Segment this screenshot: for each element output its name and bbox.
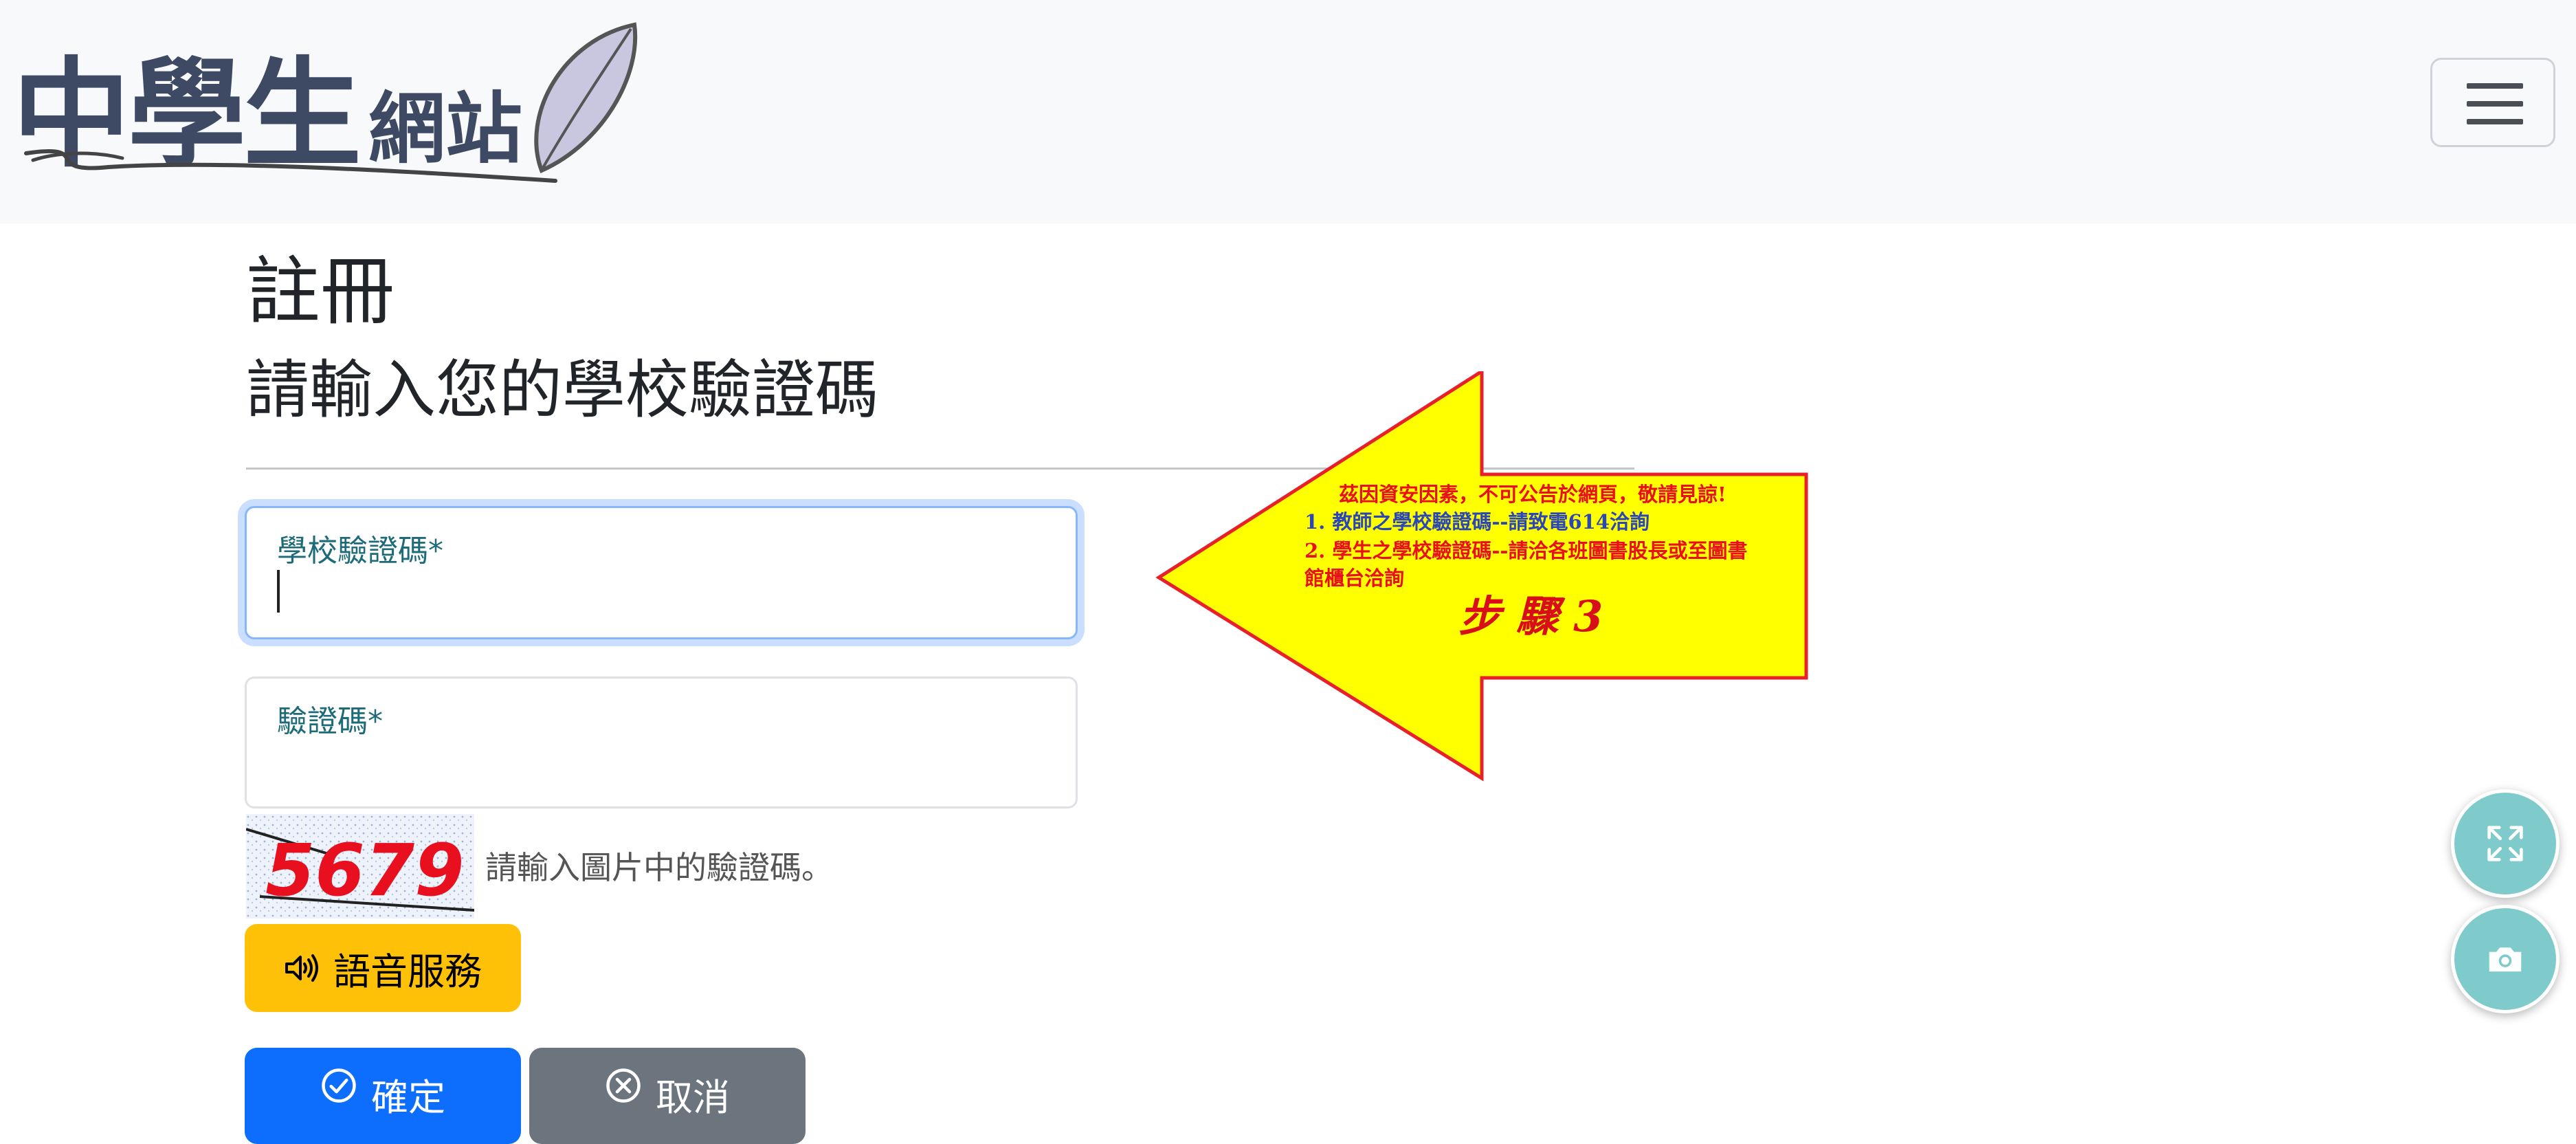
x-circle-icon <box>606 1068 641 1103</box>
captcha-text: 5679 <box>265 828 464 912</box>
annotation-line-1: 茲因資安因素，不可公告於網頁，敬請見諒! <box>1339 483 1726 506</box>
annotation-line-2: 1. 教師之學校驗證碼--請致電614洽詢 <box>1304 510 1650 534</box>
audio-service-button[interactable]: 語音服務 <box>245 924 521 1012</box>
hamburger-icon-bar <box>2467 101 2523 107</box>
camera-icon <box>2489 947 2522 972</box>
page-title: 註冊 <box>246 249 395 335</box>
cancel-button[interactable]: 取消 <box>529 1048 806 1144</box>
expand-icon <box>2487 826 2523 861</box>
school-code-label: 學校驗證碼* <box>277 534 443 569</box>
captcha-image: 5679 <box>246 814 474 918</box>
hamburger-icon-bar <box>2467 119 2523 124</box>
text-caret <box>277 570 280 613</box>
feather-quill-icon <box>24 22 638 183</box>
screenshot-button[interactable] <box>2451 905 2560 1013</box>
cancel-label: 取消 <box>656 1077 730 1119</box>
speaker-icon <box>285 954 318 982</box>
annotation-line-4: 館櫃台洽詢 <box>1304 566 1405 590</box>
annotation-step: 步 驟 3 <box>1458 591 1603 641</box>
captcha-hint: 請輸入圖片中的驗證碼。 <box>485 849 833 886</box>
annotation-line-3: 2. 學生之學校驗證碼--請洽各班圖書股長或至圖書 <box>1304 539 1748 562</box>
confirm-label: 確定 <box>371 1077 445 1119</box>
school-code-field[interactable]: 學校驗證碼* <box>245 506 1078 639</box>
left-arrow-shape <box>1155 368 1808 782</box>
page-subtitle: 請輸入您的學校驗證碼 <box>246 353 879 427</box>
navbar: 中學生 網站 <box>0 0 2576 223</box>
hamburger-icon <box>2467 83 2523 89</box>
captcha-label: 驗證碼* <box>277 704 383 739</box>
instruction-arrow: 茲因資安因素，不可公告於網頁，敬請見諒! 1. 教師之學校驗證碼--請致電614… <box>1155 368 1814 784</box>
check-circle-icon <box>322 1068 356 1103</box>
captcha-field[interactable]: 驗證碼* <box>245 676 1078 808</box>
site-logo[interactable]: 中學生 網站 <box>12 12 652 191</box>
audio-service-label: 語音服務 <box>333 951 482 993</box>
expand-button[interactable] <box>2451 789 2560 898</box>
captcha-image-graphic: 5679 <box>246 814 474 918</box>
navbar-menu-toggle[interactable] <box>2430 58 2555 147</box>
confirm-button[interactable]: 確定 <box>245 1048 521 1144</box>
